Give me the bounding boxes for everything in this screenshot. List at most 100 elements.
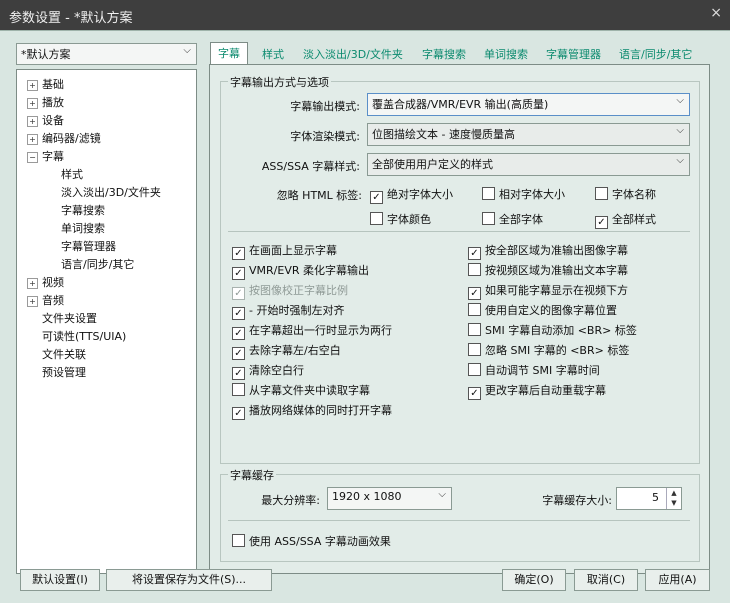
tree-item-word-search[interactable]: 单词搜索 <box>61 220 105 236</box>
tree-item-audio[interactable]: + 音频 <box>27 292 64 308</box>
auto-reload-checkbox[interactable]: ✓ 更改字幕后自动重载字幕 <box>468 382 606 400</box>
ignore-all-fonts-checkbox[interactable]: 全部字体 <box>482 211 543 227</box>
smi-ignore-br-checkbox[interactable]: 忽略 SMI 字幕的 <BR> 标签 <box>468 342 629 358</box>
checkbox-icon[interactable]: ✓ <box>232 287 245 300</box>
expand-icon[interactable]: + <box>27 97 38 109</box>
checkbox-icon[interactable]: ✓ <box>370 191 383 204</box>
below-video-checkbox[interactable]: ✓ 如果可能字幕显示在视频下方 <box>468 282 628 300</box>
checkbox-icon[interactable]: ✓ <box>232 347 245 360</box>
expand-icon[interactable]: + <box>27 133 38 145</box>
ignore-font-color-checkbox[interactable]: 字体颜色 <box>370 211 431 227</box>
tree-item-preset-manager[interactable]: 预设管理 <box>42 364 86 380</box>
show-subtitles-checkbox[interactable]: ✓ 在画面上显示字幕 <box>232 242 337 260</box>
default-settings-button[interactable]: 默认设置(I) <box>20 569 100 591</box>
ass-style-dropdown[interactable]: 全部使用用户定义的样式 ⌵ <box>367 153 690 176</box>
tree-item-playback[interactable]: + 播放 <box>27 94 64 110</box>
cache-size-spinner[interactable]: 5 ▲ ▼ <box>616 487 682 510</box>
tree-item-file-association[interactable]: 文件关联 <box>42 346 86 362</box>
expand-icon[interactable]: + <box>27 295 38 307</box>
spinner-buttons[interactable]: ▲ ▼ <box>666 488 681 509</box>
checkbox-icon[interactable] <box>468 363 481 376</box>
checkbox-icon[interactable] <box>468 303 481 316</box>
smi-add-br-checkbox[interactable]: SMI 字幕自动添加 <BR> 标签 <box>468 322 637 338</box>
tree-item-style[interactable]: 样式 <box>61 166 83 182</box>
spin-down-icon[interactable]: ▼ <box>667 498 681 508</box>
render-mode-dropdown[interactable]: 位图描绘文本 - 速度慢质量高 ⌵ <box>367 123 690 146</box>
tree-item-device[interactable]: + 设备 <box>27 112 64 128</box>
ignore-font-name-checkbox[interactable]: 字体名称 <box>595 186 656 202</box>
tab-subtitle-search[interactable]: 字幕搜索 <box>422 46 466 62</box>
checkbox-icon[interactable]: ✓ <box>232 407 245 420</box>
checkbox-label: - 开始时强制左对齐 <box>249 304 345 317</box>
tree-item-fade-3d[interactable]: 淡入淡出/3D/文件夹 <box>61 184 161 200</box>
ass-animation-checkbox[interactable]: 使用 ASS/SSA 字幕动画效果 <box>232 533 391 549</box>
chevron-down-icon: ⌵ <box>438 489 446 500</box>
text-video-area-checkbox[interactable]: 按视频区域为准输出文本字幕 <box>468 262 628 278</box>
image-full-area-checkbox[interactable]: ✓ 按全部区域为准输出图像字幕 <box>468 242 628 260</box>
ok-button[interactable]: 确定(O) <box>502 569 566 591</box>
tab-style[interactable]: 样式 <box>262 46 284 62</box>
tree-item-video[interactable]: + 视频 <box>27 274 64 290</box>
tree-item-language-sync[interactable]: 语言/同步/其它 <box>61 256 134 272</box>
checkbox-icon[interactable] <box>232 534 245 547</box>
checkbox-icon[interactable] <box>468 343 481 356</box>
read-from-folder-checkbox[interactable]: 从字幕文件夹中读取字幕 <box>232 382 370 398</box>
tree-item-basic[interactable]: + 基础 <box>27 76 64 92</box>
tree-item-subtitles[interactable]: − 字幕 <box>27 148 64 164</box>
expand-icon[interactable]: + <box>27 277 38 289</box>
remove-blank-lines-checkbox[interactable]: ✓ 清除空白行 <box>232 362 304 380</box>
vmr-soften-checkbox[interactable]: ✓ VMR/EVR 柔化字幕输出 <box>232 262 369 280</box>
custom-image-position-checkbox[interactable]: 使用自定义的图像字幕位置 <box>468 302 617 318</box>
tab-word-search[interactable]: 单词搜索 <box>484 46 528 62</box>
tree-item-accessibility[interactable]: 可读性(TTS/UIA) <box>42 328 126 344</box>
tree-item-subtitle-manager[interactable]: 字幕管理器 <box>61 238 116 254</box>
settings-tree[interactable]: + 基础 + 播放 + 设备 + 编码器/滤镜 − 字幕 样式 淡入淡出/3D/文件夹 字… <box>16 69 197 574</box>
trim-whitespace-checkbox[interactable]: ✓ 去除字幕左/右空白 <box>232 342 341 360</box>
profile-dropdown[interactable]: *默认方案 ⌵ <box>16 43 197 65</box>
checkbox-icon[interactable] <box>595 187 608 200</box>
apply-button[interactable]: 应用(A) <box>645 569 710 591</box>
checkbox-icon[interactable]: ✓ <box>232 327 245 340</box>
tree-item-folders[interactable]: 文件夹设置 <box>42 310 97 326</box>
checkbox-icon[interactable] <box>482 187 495 200</box>
checkbox-icon[interactable]: ✓ <box>232 267 245 280</box>
ignore-all-styles-checkbox[interactable]: ✓ 全部样式 <box>595 211 656 229</box>
spin-up-icon[interactable]: ▲ <box>667 488 681 498</box>
checkbox-icon[interactable] <box>468 263 481 276</box>
expand-icon[interactable]: + <box>27 79 38 91</box>
checkbox-icon[interactable]: ✓ <box>468 287 481 300</box>
expand-icon[interactable]: + <box>27 115 38 127</box>
close-icon[interactable]: × <box>710 5 722 21</box>
tab-fade-3d[interactable]: 淡入淡出/3D/文件夹 <box>303 46 403 62</box>
checkbox-icon[interactable]: ✓ <box>595 216 608 229</box>
ignore-absolute-size-checkbox[interactable]: ✓ 绝对字体大小 <box>370 186 453 204</box>
tab-subtitles[interactable]: 字幕 <box>210 42 248 64</box>
checkbox-icon[interactable]: ✓ <box>232 307 245 320</box>
checkbox-icon[interactable]: ✓ <box>232 247 245 260</box>
checkbox-icon[interactable] <box>482 212 495 225</box>
smi-auto-timing-checkbox[interactable]: 自动调节 SMI 字幕时间 <box>468 362 600 378</box>
checkbox-icon[interactable] <box>232 383 245 396</box>
open-with-network-media-checkbox[interactable]: ✓ 播放网络媒体的同时打开字幕 <box>232 402 392 420</box>
max-resolution-dropdown[interactable]: 1920 x 1080 ⌵ <box>327 487 452 510</box>
checkbox-icon[interactable]: ✓ <box>468 387 481 400</box>
collapse-icon[interactable]: − <box>27 151 38 163</box>
scale-by-image-checkbox[interactable]: ✓ 按图像校正字幕比例 <box>232 282 348 300</box>
tree-item-subtitle-search[interactable]: 字幕搜索 <box>61 202 105 218</box>
tree-item-codecs[interactable]: + 编码器/滤镜 <box>27 130 101 146</box>
checkbox-icon[interactable]: ✓ <box>232 367 245 380</box>
output-mode-label: 字幕输出模式: <box>290 100 360 113</box>
ignore-relative-size-checkbox[interactable]: 相对字体大小 <box>482 186 565 202</box>
checkbox-icon[interactable] <box>370 212 383 225</box>
save-to-file-button[interactable]: 将设置保存为文件(S)... <box>106 569 272 591</box>
ignore-html-label: 忽略 HTML 标签: <box>276 189 362 202</box>
checkbox-icon[interactable] <box>468 323 481 336</box>
output-mode-dropdown[interactable]: 覆盖合成器/VMR/EVR 输出(高质量) ⌵ <box>367 93 690 116</box>
two-lines-checkbox[interactable]: ✓ 在字幕超出一行时显示为两行 <box>232 322 392 340</box>
cancel-button[interactable]: 取消(C) <box>574 569 638 591</box>
divider <box>228 231 690 232</box>
force-left-align-checkbox[interactable]: ✓ - 开始时强制左对齐 <box>232 302 344 320</box>
tab-subtitle-manager[interactable]: 字幕管理器 <box>546 46 601 62</box>
checkbox-icon[interactable]: ✓ <box>468 247 481 260</box>
tab-language-sync[interactable]: 语言/同步/其它 <box>619 46 692 62</box>
